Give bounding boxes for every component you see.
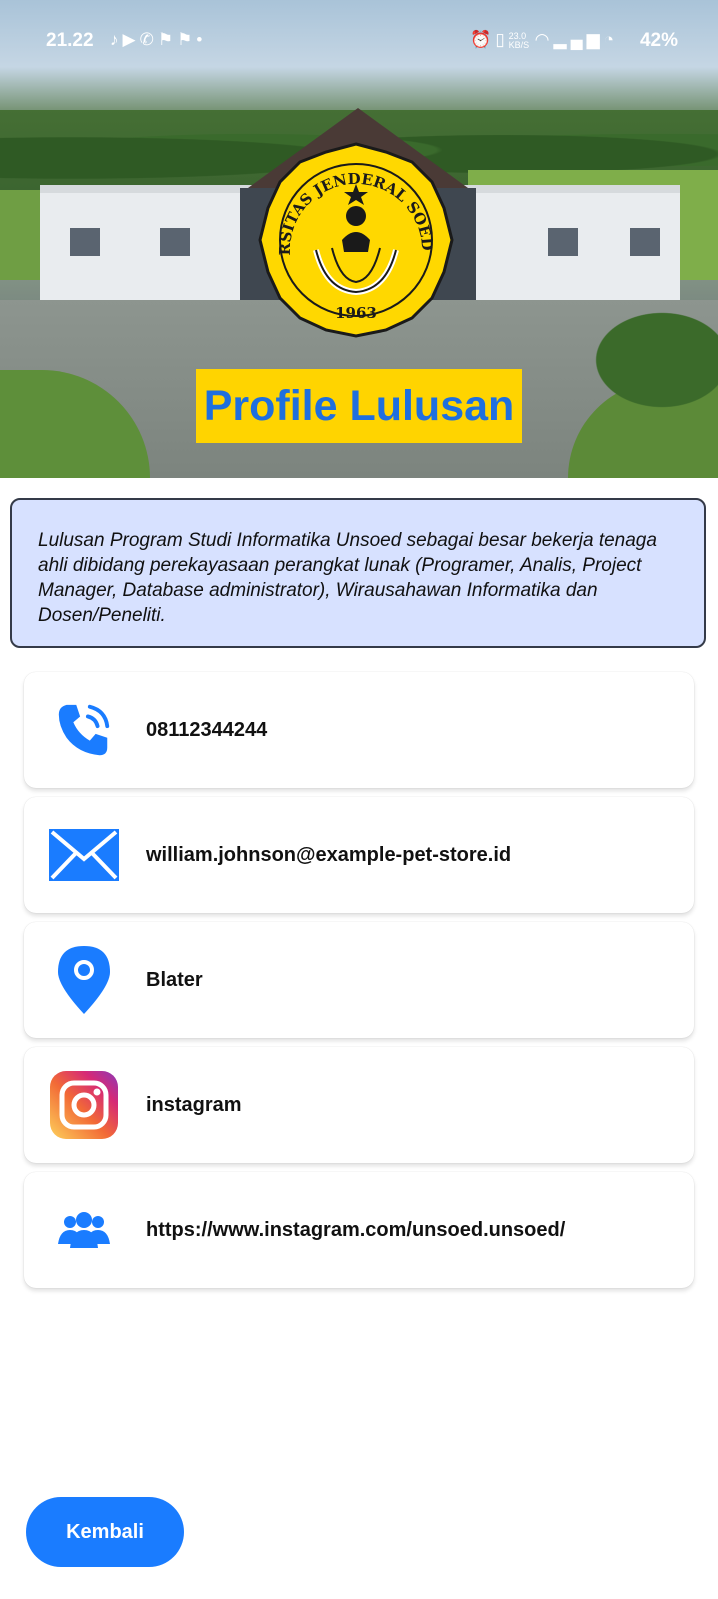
email-icon	[48, 819, 120, 891]
dot-icon: •	[196, 30, 207, 49]
contact-phone: 08112344244	[146, 718, 268, 741]
university-emblem: UNIVERSITAS JENDERAL SOEDIRMAN 1963	[256, 140, 454, 338]
tree-right	[578, 300, 718, 420]
signal-icon: ▂▄▆	[553, 30, 604, 49]
emblem-year: 1963	[335, 304, 377, 322]
page-title: Profile Lulusan	[203, 381, 515, 430]
phone-icon	[48, 694, 120, 766]
building-window	[70, 228, 100, 256]
pinterest-icon: ⚑	[177, 30, 197, 49]
contact-website: https://www.instagram.com/unsoed.unsoed/	[146, 1218, 566, 1241]
system-icons: ⏰▯23.0 KB/S ◠▂▄▆◔	[470, 30, 618, 50]
contact-card-email[interactable]: william.johnson@example-pet-store.id	[24, 797, 694, 913]
vibrate-icon: ▯	[495, 30, 509, 49]
status-bar: 21.22 ♪▶✆⚑⚑• ⏰▯23.0 KB/S ◠▂▄▆◔ 42%	[0, 0, 718, 80]
contact-location: Blater	[146, 968, 203, 991]
network-speed: 23.0 KB/S	[508, 30, 530, 50]
status-time: 21.22	[46, 30, 94, 51]
notification-icons: ♪▶✆⚑⚑•	[110, 30, 206, 50]
building-window	[160, 228, 190, 256]
group-icon	[48, 1194, 120, 1266]
description-text: Lulusan Program Studi Informatika Unsoed…	[38, 530, 657, 626]
building-window	[630, 228, 660, 256]
location-pin-icon	[48, 944, 120, 1016]
battery-level: 42%	[639, 30, 678, 51]
instagram-icon	[48, 1069, 120, 1141]
contact-card-location[interactable]: Blater	[24, 922, 694, 1038]
hero-banner: 21.22 ♪▶✆⚑⚑• ⏰▯23.0 KB/S◠▂▄▆◔ 42% UNIVER…	[0, 0, 718, 478]
back-button[interactable]: Kembali	[26, 1497, 184, 1567]
youtube-icon: ▶	[122, 30, 140, 49]
pinterest-icon: ⚑	[157, 30, 178, 49]
tiktok-icon: ♪	[110, 30, 123, 49]
wifi-icon: ◠	[534, 30, 554, 49]
contact-email: william.johnson@example-pet-store.id	[146, 843, 512, 866]
page-title-banner: Profile Lulusan	[196, 369, 522, 443]
building-window	[548, 228, 578, 256]
contact-card-group[interactable]: https://www.instagram.com/unsoed.unsoed/	[24, 1172, 694, 1288]
graduate-profile-description: Lulusan Program Studi Informatika Unsoed…	[10, 498, 706, 648]
contact-card-phone[interactable]: 08112344244	[24, 672, 694, 788]
phone-call-icon: ✆	[139, 30, 158, 49]
contact-instagram: instagram	[146, 1093, 242, 1116]
contact-card-instagram[interactable]: instagram	[24, 1047, 694, 1163]
alarm-icon: ⏰	[470, 30, 496, 49]
battery-charging-icon: ◔	[603, 30, 618, 49]
